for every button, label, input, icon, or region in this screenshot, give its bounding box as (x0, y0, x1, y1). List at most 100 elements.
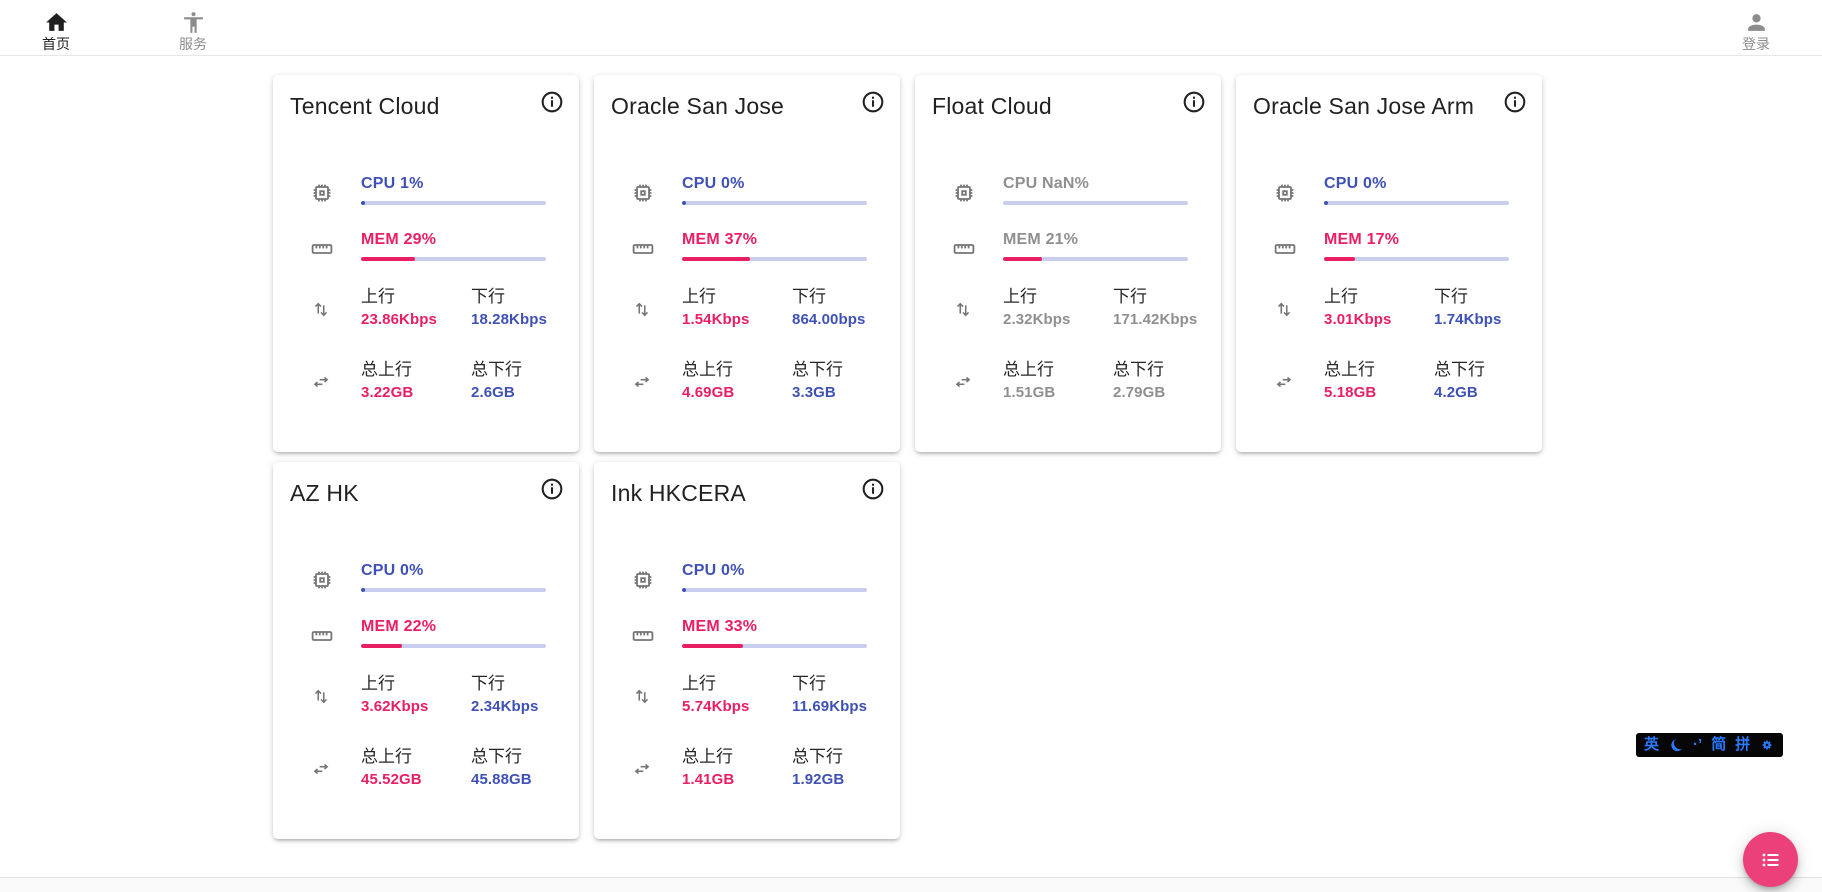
total-download-value: 45.88GB (471, 771, 546, 789)
total-download-value: 2.79GB (1113, 384, 1188, 402)
download-rate-value: 11.69Kbps (792, 698, 867, 716)
network-rate-row: 上行 23.86Kbps 下行 18.28Kbps (289, 286, 546, 329)
total-download-value: 4.2GB (1434, 384, 1509, 402)
cpu-progress-fill (682, 201, 686, 205)
cpu-chip-icon (631, 568, 655, 592)
accessibility-icon (181, 10, 206, 35)
network-rate-row: 上行 3.01Kbps 下行 1.74Kbps (1252, 286, 1509, 329)
upload-label: 上行 (1324, 286, 1434, 307)
swap-vertical-icon (952, 297, 976, 321)
memory-ruler-icon (1273, 237, 1297, 261)
mem-row: MEM 37% (610, 230, 867, 261)
download-rate-value: 18.28Kbps (471, 311, 547, 329)
cpu-row: CPU 1% (289, 174, 546, 205)
total-upload-label: 总上行 (361, 359, 471, 380)
cpu-usage-text: CPU 1% (361, 174, 546, 193)
swap-vertical-icon (1273, 297, 1297, 321)
mem-progress-fill (682, 644, 743, 648)
mem-progress-bar (682, 644, 867, 648)
account-icon (1744, 10, 1769, 35)
total-upload-label: 总上行 (361, 746, 471, 767)
memory-ruler-icon (952, 237, 976, 261)
info-icon[interactable] (1502, 89, 1528, 115)
cpu-progress-bar (1003, 201, 1188, 205)
upload-rate-value: 1.54Kbps (682, 311, 792, 329)
total-download-label: 总下行 (1434, 359, 1509, 380)
server-card: Float Cloud CPU NaN (915, 75, 1221, 452)
mem-usage-text: MEM 33% (682, 617, 867, 636)
info-icon[interactable] (860, 89, 886, 115)
server-name: Oracle San Jose (611, 91, 784, 121)
info-icon[interactable] (539, 89, 565, 115)
ime-pinyin-mode[interactable]: 拼 (1735, 733, 1750, 757)
page-footer (0, 877, 1822, 892)
total-download-label: 总下行 (471, 359, 546, 380)
server-list-fab-button[interactable] (1743, 832, 1798, 887)
ime-simplified-mode[interactable]: 简 (1711, 733, 1726, 757)
mem-usage-text: MEM 29% (361, 230, 546, 249)
top-navbar: 首页 服务 登录 (0, 0, 1822, 56)
info-icon[interactable] (860, 476, 886, 502)
mem-row: MEM 29% (289, 230, 546, 261)
memory-ruler-icon (310, 237, 334, 261)
network-rate-row: 上行 5.74Kbps 下行 11.69Kbps (610, 673, 867, 716)
total-download-label: 总下行 (792, 359, 867, 380)
nav-item-services[interactable]: 服务 (163, 4, 223, 52)
server-card: Ink HKCERA CPU 0% (594, 462, 900, 839)
cpu-progress-fill (361, 588, 365, 592)
download-label: 下行 (792, 673, 867, 694)
mem-progress-fill (682, 257, 750, 261)
server-name: Oracle San Jose Arm (1253, 91, 1474, 121)
total-upload-label: 总上行 (682, 746, 792, 767)
card-metrics: CPU 0% MEM 17% (1236, 174, 1542, 402)
total-upload-value: 5.18GB (1324, 384, 1434, 402)
mem-row: MEM 22% (289, 617, 546, 648)
ime-punctuation-mode[interactable]: ·’ (1693, 733, 1702, 757)
nav-item-home[interactable]: 首页 (26, 4, 86, 52)
swap-horizontal-icon (952, 370, 976, 394)
info-icon[interactable] (1181, 89, 1207, 115)
card-header: AZ HK (273, 462, 579, 508)
swap-vertical-icon (631, 297, 655, 321)
upload-label: 上行 (361, 286, 471, 307)
info-icon[interactable] (539, 476, 565, 502)
download-rate-value: 2.34Kbps (471, 698, 546, 716)
network-total-row: 总上行 4.69GB 总下行 3.3GB (610, 359, 867, 402)
card-metrics: CPU 0% MEM 37% (594, 174, 900, 402)
network-rate-row: 上行 1.54Kbps 下行 864.00bps (610, 286, 867, 329)
cpu-usage-text: CPU 0% (1324, 174, 1509, 193)
mem-progress-fill (361, 257, 415, 261)
swap-horizontal-icon (310, 757, 334, 781)
total-upload-value: 4.69GB (682, 384, 792, 402)
nav-item-login[interactable]: 登录 (1726, 4, 1786, 52)
total-download-label: 总下行 (471, 746, 546, 767)
ime-settings-gear-icon[interactable] (1759, 737, 1775, 753)
card-metrics: CPU 1% MEM 29% (273, 174, 579, 402)
cpu-progress-fill (361, 201, 365, 205)
card-header: Oracle San Jose (594, 75, 900, 121)
cpu-progress-fill (1324, 201, 1328, 205)
mem-progress-fill (1324, 257, 1355, 261)
download-rate-value: 864.00bps (792, 311, 867, 329)
mem-row: MEM 17% (1252, 230, 1509, 261)
mem-row: MEM 33% (610, 617, 867, 648)
upload-rate-value: 23.86Kbps (361, 311, 471, 329)
card-header: Oracle San Jose Arm (1236, 75, 1542, 121)
upload-rate-value: 3.01Kbps (1324, 311, 1434, 329)
total-download-value: 3.3GB (792, 384, 867, 402)
ime-english-mode[interactable]: 英 (1644, 733, 1659, 757)
download-rate-value: 171.42Kbps (1113, 311, 1197, 329)
mem-progress-fill (361, 644, 402, 648)
card-header: Ink HKCERA (594, 462, 900, 508)
mem-progress-bar (1003, 257, 1188, 261)
mem-usage-text: MEM 21% (1003, 230, 1188, 249)
mem-progress-bar (1324, 257, 1509, 261)
card-metrics: CPU 0% MEM 33% (594, 561, 900, 789)
total-upload-value: 45.52GB (361, 771, 471, 789)
moon-icon[interactable] (1668, 737, 1684, 753)
cpu-progress-bar (682, 588, 867, 592)
memory-ruler-icon (631, 237, 655, 261)
total-upload-value: 1.41GB (682, 771, 792, 789)
server-name: AZ HK (290, 478, 359, 508)
server-card: Oracle San Jose CPU (594, 75, 900, 452)
